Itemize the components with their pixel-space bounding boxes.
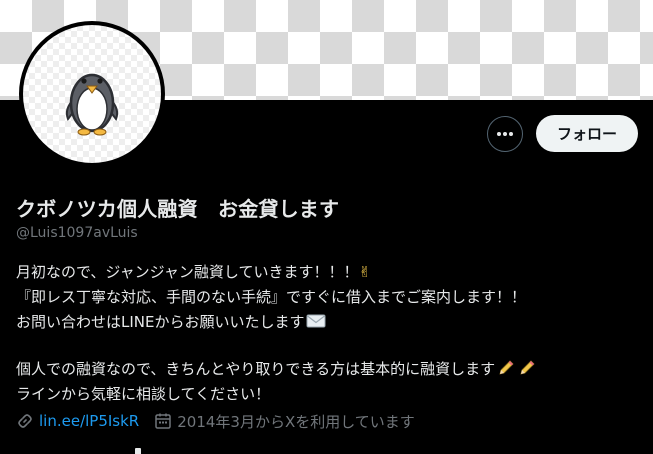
profile-avatar[interactable] (19, 21, 165, 167)
penguin-avatar-image (23, 25, 161, 163)
pencil-emoji-x2 (497, 359, 536, 377)
bio-line: お問い合わせはLINEからお願いいたします (16, 310, 636, 335)
pencil-emoji (520, 360, 535, 375)
pencil-emoji (499, 360, 514, 375)
follow-button[interactable]: フォロー (536, 115, 638, 152)
bio-blank-line (16, 335, 636, 357)
more-options-button[interactable] (487, 116, 523, 152)
bio-line: 『即レス丁寧な対応、手間のない手続』ですぐに借入までご案内します！！ (16, 288, 527, 306)
bio-line: ラインから気軽に相談してください！ (16, 385, 271, 403)
profile-bio: 月初なので、ジャンジャン融資していきます！！！✌ 『即レス丁寧な対応、手間のない… (16, 260, 636, 407)
profile-joined-date: 2014年3月からXを利用しています (177, 412, 415, 431)
calendar-icon (154, 412, 172, 430)
envelope-emoji (306, 314, 326, 328)
cropped-text-fragment (135, 448, 141, 454)
link-icon (16, 412, 34, 430)
profile-handle: @Luis1097avLuis (16, 225, 138, 241)
penguin-icon (65, 73, 119, 136)
profile-display-name: クボノツカ個人融資 お金貸します (16, 197, 340, 221)
victory-hand-emoji: ✌ (358, 263, 372, 281)
profile-website-link[interactable]: lin.ee/lP5IskR (39, 412, 139, 430)
bio-line: 個人での融資なので、きちんとやり取りできる方は基本的に融資します (16, 357, 636, 382)
profile-meta: lin.ee/lP5IskR 2014年3月からXを利用しています (16, 410, 415, 432)
bio-line: 月初なので、ジャンジャン融資していきます！！！✌ (16, 263, 372, 281)
more-horizontal-icon (497, 132, 513, 136)
